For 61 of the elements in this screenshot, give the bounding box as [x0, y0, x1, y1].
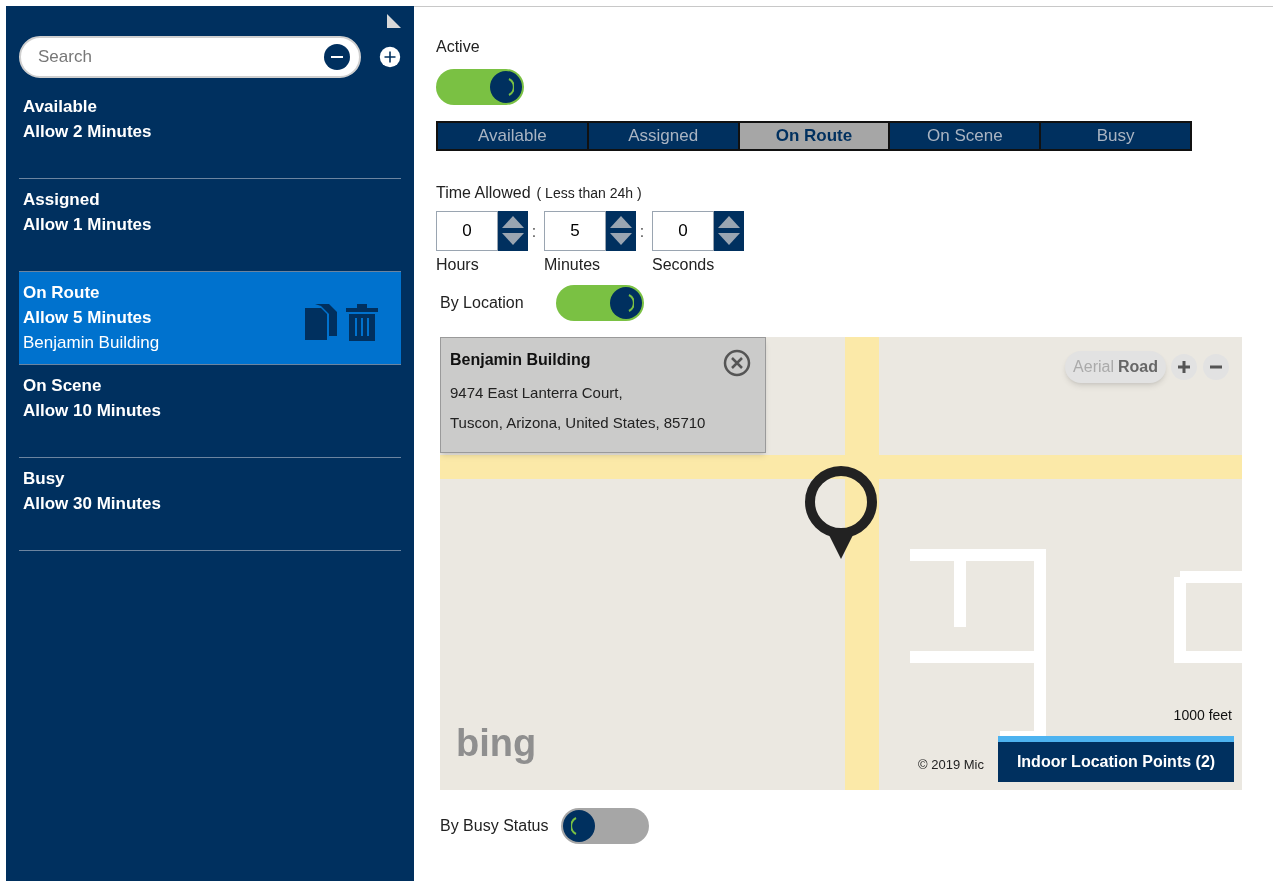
status-list-item[interactable]: On Scene Allow 10 Minutes — [19, 365, 401, 458]
by-location-label: By Location — [440, 293, 524, 313]
time-unit-label: Hours — [436, 255, 480, 275]
time-unit-label: Seconds — [652, 255, 716, 275]
status-list-item[interactable]: On Route Allow 5 Minutes Benjamin Building — [19, 272, 401, 365]
time-allowed-label: Time Allowed — [436, 183, 531, 203]
close-icon[interactable] — [722, 348, 752, 378]
status-allowance: Allow 10 Minutes — [23, 400, 161, 422]
map-pin-icon — [804, 465, 878, 561]
status-tab[interactable]: On Scene — [890, 123, 1042, 149]
active-label: Active — [436, 37, 481, 57]
map-type-option[interactable]: Road — [1118, 355, 1158, 379]
time-unit-label: Minutes — [544, 255, 602, 275]
popup-title: Benjamin Building — [450, 350, 591, 370]
copy-icon[interactable] — [303, 302, 339, 342]
time-separator: : — [530, 222, 538, 242]
status-tab[interactable]: Busy — [1041, 123, 1190, 149]
map-logo: bing — [456, 721, 537, 766]
toggle-switch[interactable] — [555, 285, 644, 321]
popup-address: 9474 East Lanterra Court, — [450, 383, 624, 403]
status-list-item[interactable]: Busy Allow 30 Minutes — [19, 458, 401, 551]
scale-label: 1000 feet — [1173, 706, 1232, 725]
status-list-item[interactable]: Available Allow 2 Minutes — [19, 86, 401, 179]
spinner-arrows[interactable] — [606, 211, 636, 251]
corner-triangle-icon[interactable] — [387, 14, 401, 28]
toggle-switch[interactable] — [436, 69, 524, 105]
popup-address: Tuscon, Arizona, United States, 85710 — [450, 413, 707, 433]
status-allowance: Allow 1 Minutes — [23, 214, 152, 236]
spinner-arrows[interactable] — [714, 211, 744, 251]
time-input-field[interactable]: 0 — [652, 211, 714, 251]
time-input-field[interactable]: 5 — [544, 211, 606, 251]
status-name: On Route — [23, 282, 101, 304]
status-tab[interactable]: Available — [438, 123, 589, 149]
by-busy-status-label: By Busy Status — [440, 816, 549, 836]
status-name: Assigned — [23, 189, 101, 211]
zoom-out-icon[interactable] — [1202, 353, 1230, 381]
status-name: Available — [23, 96, 99, 118]
zoom-in-icon[interactable] — [1170, 353, 1198, 381]
status-allowance: Allow 5 Minutes — [23, 307, 153, 329]
status-allowance: Allow 2 Minutes — [23, 121, 152, 143]
toggle-switch[interactable] — [560, 808, 649, 844]
map-type-switch[interactable]: Aerial Road — [1065, 351, 1166, 383]
status-location: Benjamin Building — [23, 332, 160, 354]
time-input-field[interactable]: 0 — [436, 211, 498, 251]
trash-icon[interactable] — [345, 302, 379, 342]
search-field[interactable]: Search — [19, 36, 361, 78]
status-tab[interactable]: On Route — [739, 123, 891, 149]
arc-icon — [627, 294, 634, 312]
indoor-location-points-button[interactable]: Indoor Location Points (2) — [998, 742, 1234, 782]
minus-circle-icon[interactable] — [323, 43, 351, 71]
arc-icon — [570, 817, 577, 835]
status-allowance: Allow 30 Minutes — [23, 493, 161, 515]
status-name: Busy — [23, 468, 66, 490]
status-name: On Scene — [23, 375, 103, 397]
status-tab[interactable]: Assigned — [588, 123, 740, 149]
time-allowed-hint: ( Less than 24h ) — [536, 184, 642, 203]
map-view[interactable]: Benjamin Building 9474 East Lanterra Court, Tuscon, Arizona, United States, 85710 Aerial Road bing © 2019 Mic 1000 feet Indoor Location Points (2) — [440, 337, 1242, 790]
arc-icon — [508, 78, 514, 96]
copyright-text: © 2019 Mic — [918, 755, 984, 774]
time-separator: : — [638, 222, 646, 242]
spinner-arrows[interactable] — [498, 211, 528, 251]
